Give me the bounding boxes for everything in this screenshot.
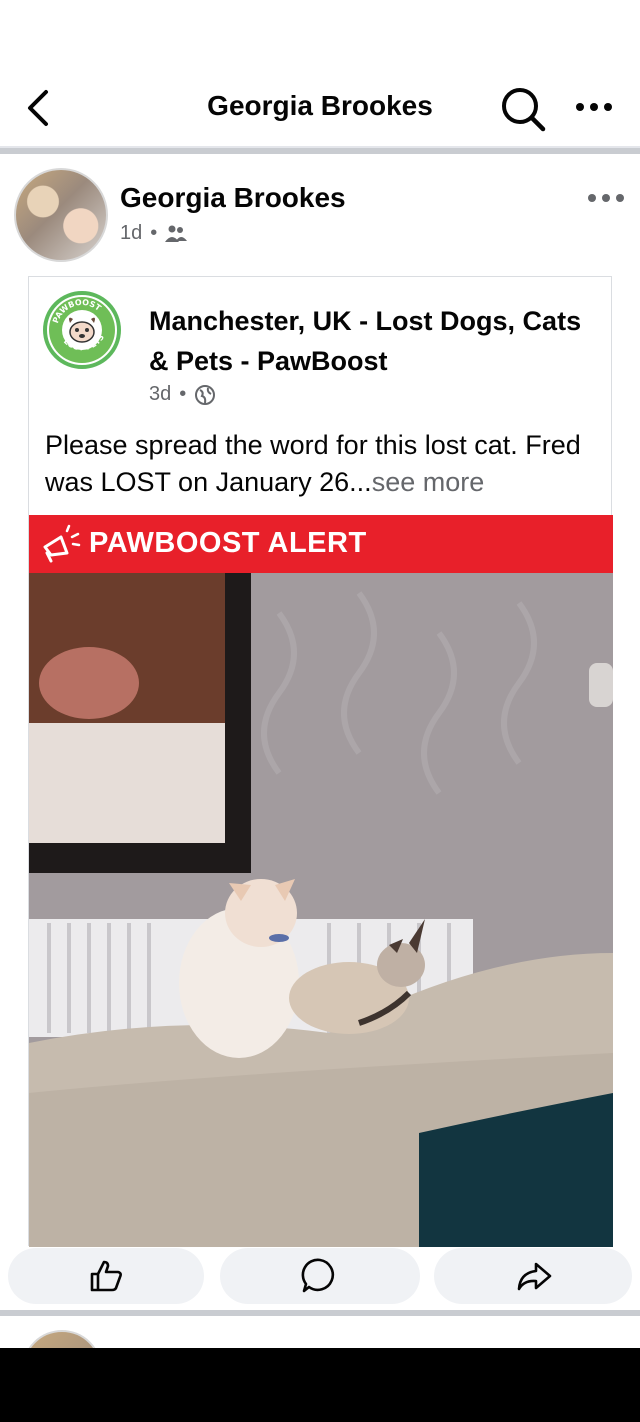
thumbs-up-icon <box>90 1260 122 1292</box>
post-body-text: Please spread the word for this lost cat… <box>45 430 581 497</box>
meta-separator: • <box>150 222 158 244</box>
search-button[interactable] <box>498 84 548 134</box>
author-avatar[interactable] <box>14 168 108 262</box>
more-options-button[interactable] <box>572 92 616 122</box>
more-horizontal-icon <box>588 194 624 202</box>
post-action-bar <box>0 1246 640 1308</box>
comment-icon <box>301 1258 335 1293</box>
shared-post-card[interactable]: PAWBOOST LOST PETS Manchester, UK - Lost… <box>28 276 613 1247</box>
megaphone-icon <box>43 524 81 563</box>
comment-button[interactable] <box>220 1248 420 1304</box>
top-app-bar: Georgia Brookes <box>0 70 640 146</box>
search-icon <box>502 88 546 132</box>
share-button[interactable] <box>434 1248 632 1304</box>
lost-cat-photo[interactable] <box>29 573 613 1247</box>
shared-post-timestamp[interactable]: 3d <box>149 383 171 406</box>
see-more-link[interactable]: see more <box>372 467 485 497</box>
post-header: Georgia Brookes 1d • <box>0 160 640 270</box>
alert-label: PAWBOOST ALERT <box>89 527 367 559</box>
post-divider <box>0 1310 640 1316</box>
shared-post-text: Please spread the word for this lost cat… <box>45 427 605 501</box>
photo-scene <box>29 573 613 1247</box>
system-navigation-bar <box>0 1348 640 1422</box>
shared-page-name[interactable]: Manchester, UK - Lost Dogs, Cats & Pets … <box>149 301 599 381</box>
post-author-name[interactable]: Georgia Brookes <box>120 182 346 214</box>
post-meta: 1d • <box>120 222 188 245</box>
post-options-button[interactable] <box>584 186 628 210</box>
pawboost-alert-banner[interactable]: PAWBOOST ALERT <box>29 515 613 573</box>
post-timestamp[interactable]: 1d <box>120 222 142 245</box>
friends-icon <box>165 225 188 242</box>
header-divider <box>0 146 640 154</box>
page-avatar-logo[interactable]: PAWBOOST LOST PETS <box>43 291 121 369</box>
shared-post-meta: 3d • <box>149 383 216 406</box>
globe-icon <box>195 384 216 405</box>
meta-separator: • <box>179 383 187 405</box>
more-horizontal-icon <box>576 103 612 111</box>
like-button[interactable] <box>8 1248 204 1304</box>
share-icon <box>517 1262 552 1291</box>
pawboost-logo: PAWBOOST LOST PETS <box>49 297 115 363</box>
